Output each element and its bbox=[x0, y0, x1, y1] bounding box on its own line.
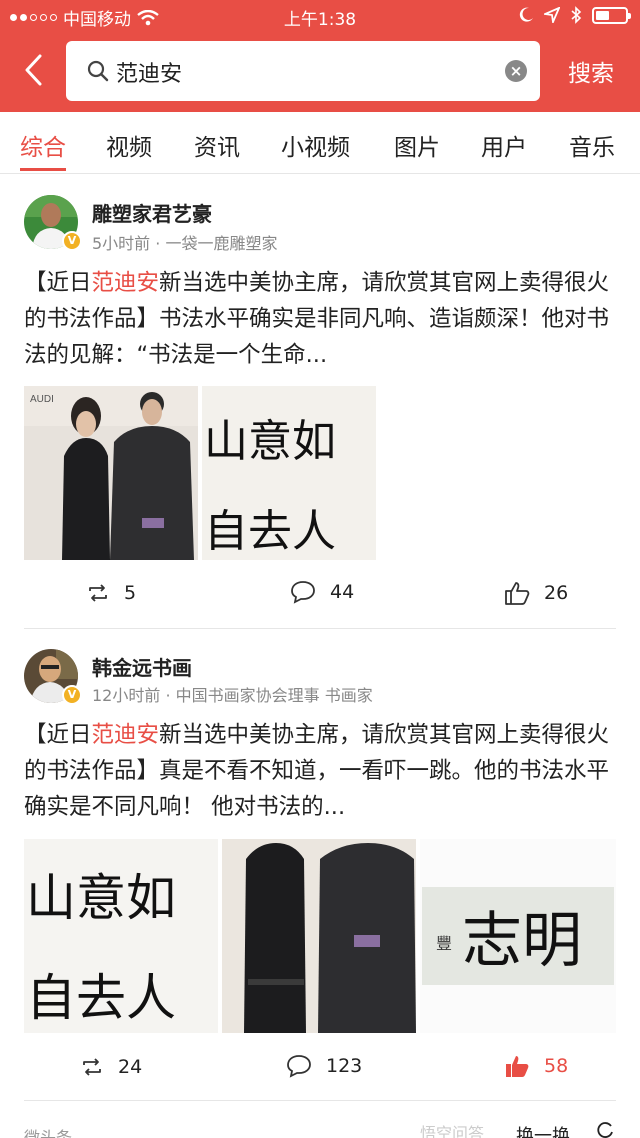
battery-icon bbox=[592, 6, 631, 24]
tab-zonghe[interactable]: 综合 bbox=[20, 128, 66, 162]
moon-icon bbox=[519, 7, 533, 22]
calligraphy-thumbnail[interactable]: 山意如 自去人 bbox=[24, 839, 218, 1033]
comment-button[interactable]: 123 bbox=[286, 1054, 362, 1078]
refresh-button[interactable]: 换一换 bbox=[516, 1122, 570, 1138]
retweet-count: 24 bbox=[118, 1056, 143, 1078]
svg-text:志明: 志明 bbox=[462, 906, 582, 976]
active-tab-indicator bbox=[20, 168, 66, 171]
like-count: 26 bbox=[544, 582, 569, 604]
post-text[interactable]: 【近日范迪安新当选中美协主席，请欣赏其官网上卖得很火的书法作品】真是不看不知道，… bbox=[24, 717, 624, 825]
author-name[interactable]: 雕塑家君艺豪 bbox=[92, 198, 212, 227]
thumbs-up-icon bbox=[505, 582, 530, 605]
calligraphy-thumbnail[interactable]: 志明 豐 bbox=[420, 839, 616, 1033]
calligraphy-chars-2: 自去人 bbox=[204, 506, 336, 557]
comment-icon bbox=[287, 1055, 311, 1078]
avatar[interactable]: V bbox=[24, 649, 82, 705]
svg-text:AUDI: AUDI bbox=[30, 394, 54, 405]
clear-icon[interactable]: × bbox=[505, 60, 527, 82]
retweet-count: 5 bbox=[124, 582, 137, 604]
feed-post[interactable]: V 韩金远书画 12小时前 · 中国书画家协会理事 书画家 【近日范迪安新当选中… bbox=[0, 629, 640, 1109]
tab-short-video[interactable]: 小视频 bbox=[281, 128, 350, 162]
retweet-button[interactable]: 5 bbox=[86, 581, 136, 605]
photo-thumbnail[interactable]: AUDI bbox=[24, 386, 198, 560]
comment-icon bbox=[291, 581, 315, 604]
status-bar: 中国移动 上午1:38 bbox=[0, 0, 640, 32]
category-tabs: 综合 视频 资讯 小视频 图片 用户 音乐 bbox=[0, 112, 640, 174]
bluetooth-icon bbox=[571, 6, 582, 24]
svg-text:山意如: 山意如 bbox=[26, 869, 176, 927]
post-meta: 12小时前 · 中国书画家协会理事 书画家 bbox=[92, 686, 373, 705]
post-meta: 5小时前 · 一袋一鹿雕塑家 bbox=[92, 234, 278, 253]
verified-badge-icon: V bbox=[62, 685, 82, 705]
author-name[interactable]: 韩金远书画 bbox=[92, 652, 192, 681]
highlight-keyword: 范迪安 bbox=[91, 722, 160, 748]
tab-images[interactable]: 图片 bbox=[394, 128, 440, 162]
search-input[interactable]: 范迪安 × bbox=[66, 41, 540, 101]
comment-count: 123 bbox=[326, 1055, 363, 1077]
highlight-keyword: 范迪安 bbox=[91, 270, 160, 296]
avatar[interactable]: V bbox=[24, 195, 82, 251]
search-query: 范迪安 bbox=[116, 62, 183, 87]
search-icon bbox=[87, 60, 109, 82]
svg-text:自去人: 自去人 bbox=[26, 969, 176, 1027]
location-icon bbox=[544, 7, 560, 23]
refresh-icon[interactable] bbox=[596, 1122, 614, 1138]
post-divider bbox=[24, 1100, 616, 1101]
section-label: 微头条 bbox=[24, 1128, 73, 1138]
comment-button[interactable]: 44 bbox=[290, 580, 354, 604]
back-arrow-icon[interactable] bbox=[20, 52, 48, 88]
calligraphy-chars: 山意如 bbox=[204, 416, 336, 467]
search-button[interactable]: 搜索 bbox=[568, 54, 614, 88]
retweet-icon bbox=[89, 584, 107, 602]
tab-video[interactable]: 视频 bbox=[106, 128, 152, 162]
feed-footer: 微头条 悟空问答 换一换 bbox=[0, 1120, 640, 1138]
like-button[interactable]: 58 bbox=[504, 1053, 568, 1079]
top-header: 中国移动 上午1:38 范迪安 × 搜索 bbox=[0, 0, 640, 112]
photo-thumbnail[interactable] bbox=[222, 839, 416, 1033]
retweet-icon bbox=[83, 1058, 101, 1076]
post-text[interactable]: 【近日范迪安新当选中美协主席，请欣赏其官网上卖得很火的书法作品】书法水平确实是非… bbox=[24, 265, 624, 373]
tab-users[interactable]: 用户 bbox=[481, 128, 527, 162]
tab-news[interactable]: 资讯 bbox=[194, 128, 240, 162]
verified-badge-icon: V bbox=[62, 231, 82, 251]
watermark: 悟空问答 bbox=[420, 1124, 485, 1138]
feed-post[interactable]: V 雕塑家君艺豪 5小时前 · 一袋一鹿雕塑家 【近日范迪安新当选中美协主席，请… bbox=[0, 175, 640, 630]
comment-count: 44 bbox=[330, 581, 355, 603]
calligraphy-thumbnail[interactable]: 山意如 自去人 bbox=[202, 386, 376, 560]
like-button[interactable]: 26 bbox=[504, 580, 568, 606]
like-count: 58 bbox=[544, 1055, 569, 1077]
tab-music[interactable]: 音乐 bbox=[569, 128, 615, 162]
thumbs-up-filled-icon bbox=[506, 1056, 529, 1077]
svg-text:豐: 豐 bbox=[436, 934, 452, 953]
retweet-button[interactable]: 24 bbox=[80, 1055, 142, 1079]
